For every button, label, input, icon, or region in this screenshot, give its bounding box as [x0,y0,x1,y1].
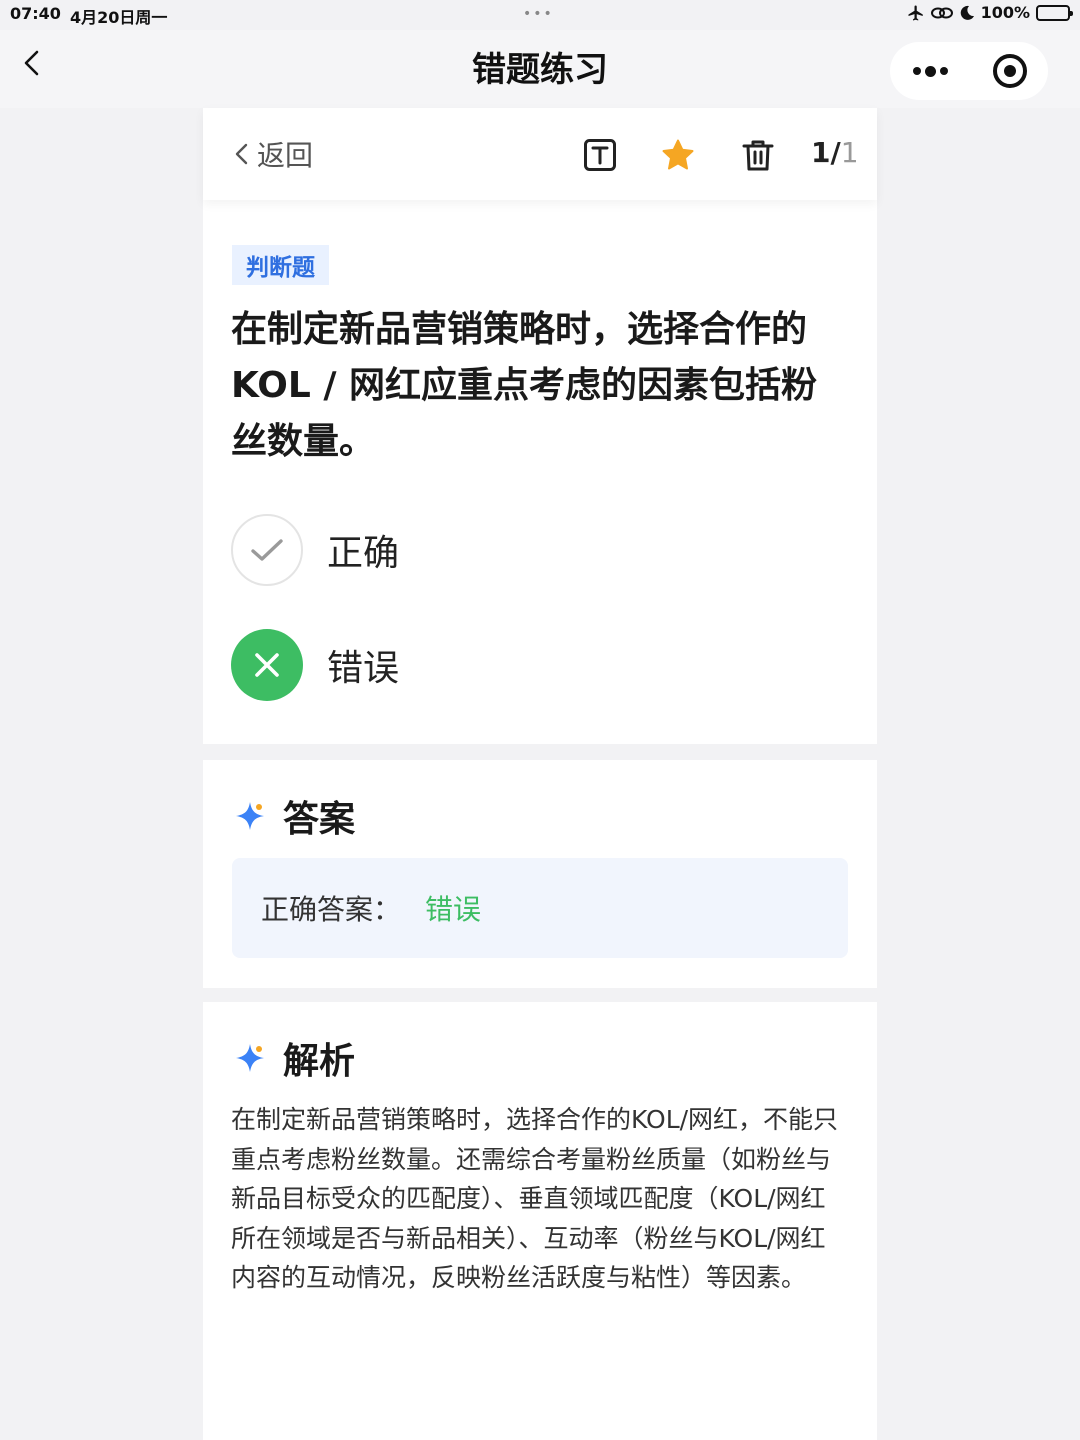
back-label: 返回 [257,139,314,172]
mini-program-capsule [890,42,1048,100]
back-button[interactable]: 返回 [233,134,313,174]
answer-header: 答案 [233,790,355,842]
nav-bar: 错题练习 [0,30,1080,108]
battery-percent: 100% [980,3,1030,22]
trash-icon[interactable] [741,138,775,172]
moon-icon [960,5,974,20]
battery-icon [1036,4,1073,21]
check-icon [231,514,303,586]
option-label: 正确 [327,533,400,574]
correct-answer-box: 正确答案： 错误 [232,858,848,958]
status-date: 4月20日周一 [70,8,168,27]
more-icon[interactable] [910,42,950,100]
question-card: 判断题 在制定新品营销策略时，选择合作的 KOL / 网红应重点考虑的因素包括粉… [203,200,877,744]
correct-answer-prefix: 正确答案： [261,893,402,926]
question-counter: 1/1 [811,136,859,169]
link-icon [930,7,953,18]
status-time: 07:40 [10,4,61,23]
back-chevron-icon [235,143,248,165]
airplane-icon [908,5,923,20]
star-icon[interactable] [661,138,695,172]
target-icon[interactable] [993,54,1027,88]
answer-card: 答案 正确答案： 错误 [203,760,877,988]
option-wrong[interactable]: 错误 [231,629,399,701]
question-type-badge: 判断题 [232,245,329,285]
counter-current: 1/ [811,136,841,169]
text-mode-icon[interactable] [583,138,617,172]
analysis-card: 解析 在制定新品营销策略时，选择合作的KOL/网红，不能只重点考虑粉丝数量。还需… [203,1002,877,1440]
question-text: 在制定新品营销策略时，选择合作的 KOL / 网红应重点考虑的因素包括粉丝数量。 [231,309,818,462]
correct-answer-value: 错误 [425,893,482,926]
multitask-dots-icon[interactable]: ••• [523,6,554,22]
analysis-text: 在制定新品营销策略时，选择合作的KOL/网红，不能只重点考虑粉丝数量。还需综合考… [231,1105,839,1292]
status-indicators: 100% [907,3,1073,22]
status-bar: 07:40 4月20日周一 ••• 100% [0,0,1080,30]
option-label: 错误 [327,648,400,689]
close-icon [231,629,303,701]
sparkle-icon [236,1044,264,1072]
option-correct[interactable]: 正确 [231,514,399,586]
answer-title: 答案 [283,799,356,840]
analysis-header: 解析 [233,1032,355,1084]
counter-total: 1 [840,136,859,169]
sparkle-icon [236,802,264,830]
analysis-title: 解析 [283,1041,356,1082]
question-toolbar: 返回 1/1 [203,108,877,200]
